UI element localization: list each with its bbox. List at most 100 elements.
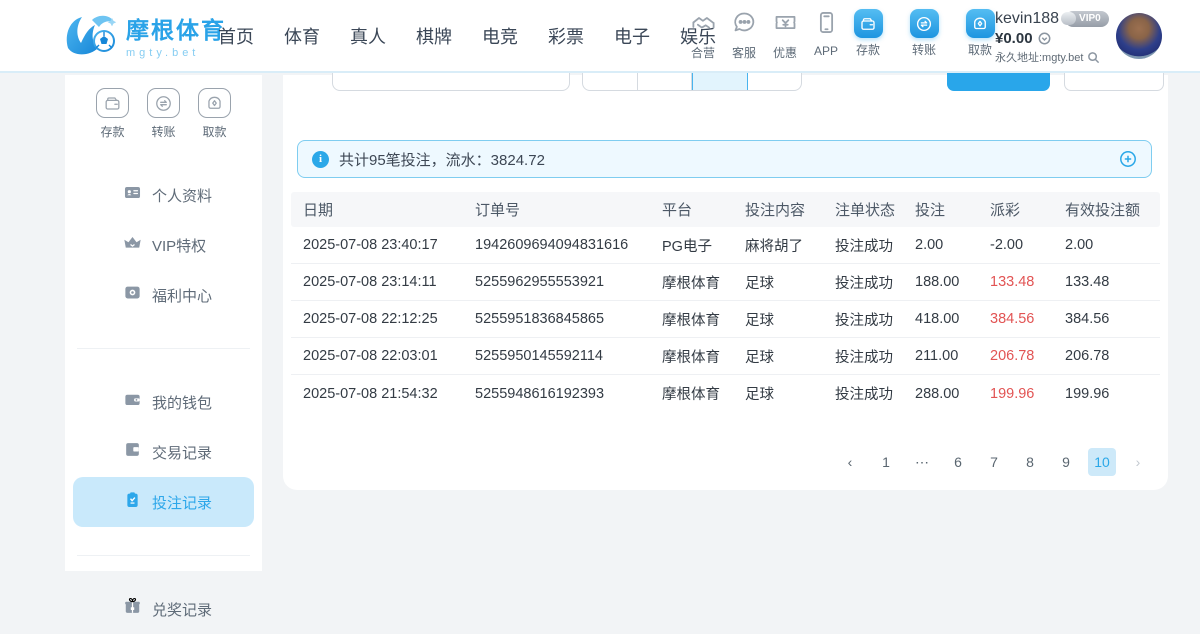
sidebar-item-label: 投注记录	[152, 492, 212, 513]
table-row: 2025-07-08 22:12:255255951836845865摩根体育足…	[291, 301, 1160, 338]
user-avatar[interactable]	[1116, 13, 1162, 59]
nav-item-5[interactable]: 电竞	[476, 19, 524, 53]
table-row: 2025-07-08 23:40:171942609694094831616PG…	[291, 227, 1160, 264]
nav-item-1[interactable]: 首页	[212, 19, 260, 53]
prev-page-button[interactable]: ‹	[836, 448, 864, 476]
link-label: 合营	[691, 44, 715, 61]
sidebar-item-交易记录[interactable]: 交易记录	[73, 427, 254, 477]
cell-valid: 199.96	[1053, 386, 1148, 402]
cell-date: 2025-07-08 23:14:11	[291, 274, 463, 290]
sidebar-item-个人资料[interactable]: 个人资料	[73, 170, 254, 220]
link-label: 取款	[968, 41, 992, 58]
navbar-link-优惠[interactable]: 优惠	[765, 9, 805, 61]
app-phone-icon	[813, 9, 840, 41]
column-header: 日期	[291, 199, 463, 220]
sidebar-item-label: 兑奖记录	[152, 599, 212, 620]
sidebar-item-label: 我的钱包	[152, 392, 212, 413]
logo-icon	[62, 10, 120, 60]
table-row: 2025-07-08 21:54:325255948616192393摩根体育足…	[291, 375, 1160, 412]
cell-order: 5255951836845865	[463, 311, 650, 327]
secondary-links: 合营客服优惠 APP	[683, 9, 846, 61]
balance-amount: ¥0.00	[995, 30, 1033, 47]
cell-bet: 288.00	[903, 386, 978, 402]
link-label: APP	[814, 44, 838, 58]
sidebar-item-label: 福利中心	[152, 285, 212, 306]
cell-status: 投注成功	[823, 346, 903, 367]
nav-item-2[interactable]: 体育	[278, 19, 326, 53]
cell-valid: 206.78	[1053, 348, 1148, 364]
content-card: i 共计95笔投注，流水：3824.72 日期订单号平台投注内容注单状态投注派彩…	[283, 75, 1168, 490]
expand-circle-plus-icon[interactable]	[1119, 150, 1137, 168]
support-chat-icon	[731, 9, 758, 41]
site-logo[interactable]: 摩根体育 mgty.bet	[62, 10, 226, 60]
sidebar-divider	[77, 348, 250, 349]
search-address-icon[interactable]	[1087, 51, 1100, 64]
cell-date: 2025-07-08 22:12:25	[291, 311, 463, 327]
cell-platform: 摩根体育	[650, 272, 733, 293]
navbar-link-APP[interactable]: APP	[806, 9, 846, 61]
sidebar-item-投注记录[interactable]: 投注记录	[73, 477, 254, 527]
pagination: ‹ 1 ⋯ 6789 10 ›	[836, 448, 1152, 476]
cell-content: 足球	[733, 346, 823, 367]
next-page-button: ›	[1124, 448, 1152, 476]
page-button-9[interactable]: 9	[1052, 448, 1080, 476]
sidebar-item-福利中心[interactable]: 福利中心	[73, 270, 254, 320]
page-ellipsis: ⋯	[908, 448, 936, 476]
sidebar-item-兑奖记录[interactable]: 兑奖记录	[73, 584, 254, 634]
user-info: kevin188 VIP0 ¥0.00 永久地址:mgty.bet	[995, 10, 1109, 65]
cell-platform: PG电子	[650, 235, 733, 256]
page-button-7[interactable]: 7	[980, 448, 1008, 476]
column-header: 订单号	[463, 199, 650, 220]
link-label: 客服	[732, 44, 756, 61]
wallet-links: 存款转账 取款	[848, 9, 1000, 58]
vip-badge: VIP0	[1065, 11, 1109, 27]
nav-item-6[interactable]: 彩票	[542, 19, 590, 53]
transaction-icon	[123, 440, 142, 464]
sidebar-quick-存款[interactable]: 存款	[96, 88, 129, 140]
summary-text: 共计95笔投注，流水：3824.72	[339, 149, 545, 170]
cell-content: 足球	[733, 309, 823, 330]
sidebar-quick-actions: 存款转账取款	[65, 88, 262, 140]
cell-order: 5255962955553921	[463, 274, 650, 290]
cell-valid: 133.48	[1053, 274, 1148, 290]
cell-payout: -2.00	[978, 237, 1053, 253]
link-label: 转账	[912, 41, 936, 58]
cell-order: 1942609694094831616	[463, 237, 650, 253]
cell-status: 投注成功	[823, 309, 903, 330]
withdraw-icon	[198, 88, 231, 118]
cell-order: 5255950145592114	[463, 348, 650, 364]
username[interactable]: kevin188	[995, 10, 1059, 28]
wallet-icon	[123, 390, 142, 414]
sidebar-quick-转账[interactable]: 转账	[147, 88, 180, 140]
page-button-6[interactable]: 6	[944, 448, 972, 476]
sidebar-quick-取款[interactable]: 取款	[198, 88, 231, 140]
page-button-1[interactable]: 1	[872, 448, 900, 476]
cell-valid: 2.00	[1053, 237, 1148, 253]
column-header: 平台	[650, 199, 733, 220]
cell-platform: 摩根体育	[650, 309, 733, 330]
cell-bet: 2.00	[903, 237, 978, 253]
page-button-10[interactable]: 10	[1088, 448, 1116, 476]
cell-status: 投注成功	[823, 272, 903, 293]
nav-item-3[interactable]: 真人	[344, 19, 392, 53]
sidebar-item-VIP特权[interactable]: VIP特权	[73, 220, 254, 270]
cell-platform: 摩根体育	[650, 383, 733, 404]
sidebar-item-我的钱包[interactable]: 我的钱包	[73, 377, 254, 427]
top-navbar: 摩根体育 mgty.bet 首页体育真人棋牌电竞彩票电子娱乐 合营客服优惠APP…	[0, 0, 1200, 73]
page-button-8[interactable]: 8	[1016, 448, 1044, 476]
refresh-balance-icon[interactable]	[1038, 32, 1051, 45]
navbar-link-存款[interactable]: 存款	[848, 9, 888, 58]
table-row: 2025-07-08 22:03:015255950145592114摩根体育足…	[291, 338, 1160, 375]
navbar-link-合营[interactable]: 合营	[683, 9, 723, 61]
navbar-link-客服[interactable]: 客服	[724, 9, 764, 61]
navbar-link-取款[interactable]: 取款	[960, 9, 1000, 58]
navbar-link-转账[interactable]: 转账	[904, 9, 944, 58]
permanent-address: 永久地址:mgty.bet	[995, 49, 1083, 65]
deposit-icon	[96, 88, 129, 118]
sidebar-item-label: VIP特权	[152, 235, 206, 256]
cell-status: 投注成功	[823, 235, 903, 256]
sidebar-divider	[77, 555, 250, 556]
nav-item-4[interactable]: 棋牌	[410, 19, 458, 53]
nav-item-7[interactable]: 电子	[608, 19, 656, 53]
cell-order: 5255948616192393	[463, 386, 650, 402]
